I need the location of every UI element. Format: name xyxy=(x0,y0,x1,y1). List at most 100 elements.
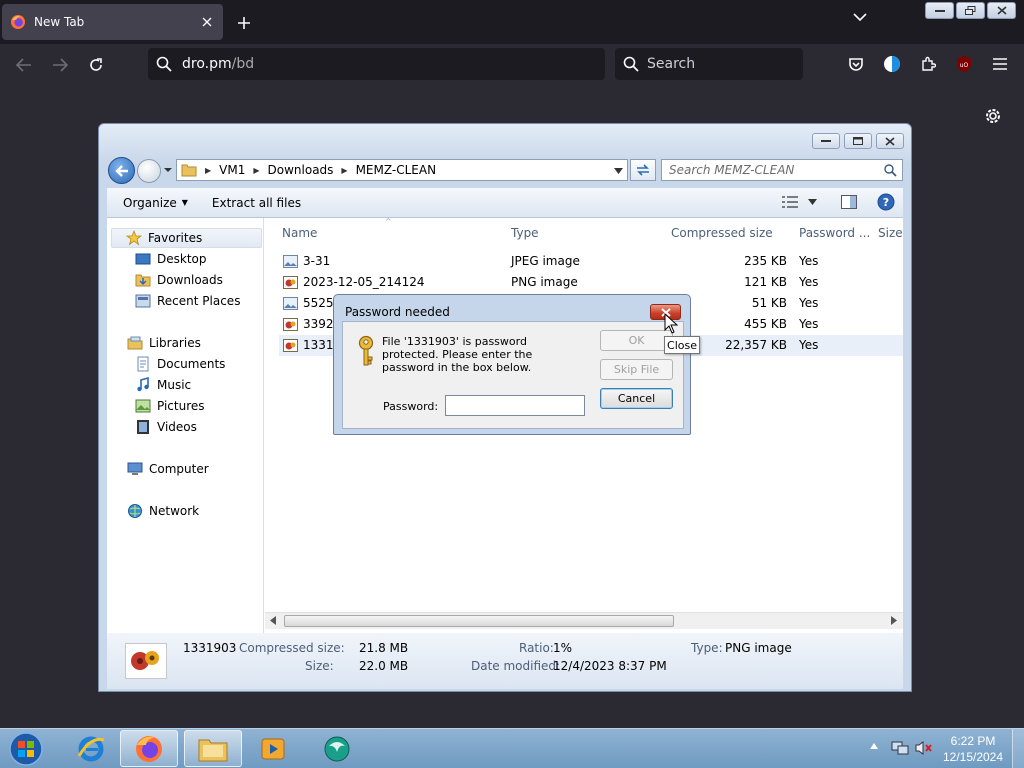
system-clock[interactable]: 6:22 PM 12/15/2024 xyxy=(940,733,1006,765)
extensions-icon[interactable] xyxy=(918,54,938,74)
scrollbar-thumb[interactable] xyxy=(284,615,674,627)
desktop-icon xyxy=(135,251,151,267)
file-explorer-taskbar-icon[interactable] xyxy=(184,730,242,767)
start-button[interactable] xyxy=(6,731,46,767)
dark-reader-icon[interactable] xyxy=(882,54,902,74)
file-compressed-size: 235 KB xyxy=(744,254,787,268)
cancel-button[interactable]: Cancel xyxy=(600,388,673,409)
view-options-icon[interactable] xyxy=(782,196,798,208)
explorer-address-bar[interactable]: ▶ VM1 ▶ Downloads ▶ MEMZ-CLEAN xyxy=(176,159,628,181)
nav-item-pictures[interactable]: Pictures xyxy=(135,396,205,416)
nav-item-downloads[interactable]: Downloads xyxy=(135,270,223,290)
chevron-down-icon[interactable] xyxy=(163,166,173,176)
organize-button[interactable]: Organize ▼ xyxy=(115,192,196,214)
nav-label: Desktop xyxy=(157,252,207,266)
dialog-content: File '1331903' is password protected. Pl… xyxy=(342,321,684,429)
nav-item-recent-places[interactable]: Recent Places xyxy=(135,291,240,311)
hamburger-menu-icon[interactable] xyxy=(990,54,1010,74)
table-row[interactable]: 2023-12-05_214124 PNG image 121 KB Yes xyxy=(279,272,903,293)
media-player-icon[interactable] xyxy=(244,730,302,767)
explorer-back-button[interactable] xyxy=(108,157,135,184)
window-controls xyxy=(925,2,1016,19)
jpeg-file-icon xyxy=(283,296,298,311)
breadcrumb-item[interactable]: MEMZ-CLEAN xyxy=(356,163,436,177)
details-size-value: 22.0 MB xyxy=(359,659,409,673)
breadcrumb-item[interactable]: VM1 xyxy=(219,163,245,177)
gear-icon[interactable] xyxy=(982,105,1004,127)
nav-item-computer[interactable]: Computer xyxy=(127,459,209,479)
password-label: Password: xyxy=(383,400,439,413)
details-ratio-label: Ratio: xyxy=(519,641,554,655)
column-header-compressed-size[interactable]: Compressed size xyxy=(671,226,773,240)
preview-pane-icon[interactable] xyxy=(841,195,857,209)
nav-item-favorites[interactable]: Favorites xyxy=(111,228,262,248)
new-tab-icon[interactable] xyxy=(232,12,256,34)
restore-icon[interactable] xyxy=(956,2,985,19)
nav-item-desktop[interactable]: Desktop xyxy=(135,249,207,269)
extract-all-button[interactable]: Extract all files xyxy=(204,192,309,214)
nav-item-music[interactable]: Music xyxy=(135,375,191,395)
minimize-icon[interactable] xyxy=(925,2,954,19)
details-compressed-value: 21.8 MB xyxy=(359,641,409,655)
search-icon xyxy=(156,56,172,72)
file-password: Yes xyxy=(799,254,819,268)
breadcrumb-item[interactable]: Downloads xyxy=(268,163,334,177)
scroll-right-icon[interactable] xyxy=(891,616,897,625)
details-ratio-value: 1% xyxy=(553,641,573,655)
close-window-icon[interactable] xyxy=(876,133,904,149)
password-input[interactable] xyxy=(445,395,585,416)
network-icon xyxy=(127,503,143,519)
show-hidden-icons-icon[interactable] xyxy=(870,743,878,749)
table-row[interactable]: 3-31 JPEG image 235 KB Yes xyxy=(279,251,903,272)
nav-item-network[interactable]: Network xyxy=(127,501,199,521)
star-icon xyxy=(126,230,142,246)
app-taskbar-icon[interactable] xyxy=(308,730,366,767)
url-bar[interactable]: dro.pm/bd xyxy=(148,48,605,80)
explorer-search-input[interactable]: Search MEMZ-CLEAN xyxy=(661,159,903,181)
folder-icon xyxy=(181,162,197,178)
column-header-name[interactable]: Name xyxy=(282,226,317,240)
volume-muted-icon[interactable] xyxy=(915,740,933,756)
network-status-icon[interactable] xyxy=(891,740,909,756)
browser-tab-bar: New Tab xyxy=(0,0,1024,44)
details-modified-value: 12/4/2023 8:37 PM xyxy=(553,659,667,673)
browser-tab[interactable]: New Tab xyxy=(2,4,223,40)
chevron-down-icon[interactable] xyxy=(614,168,623,174)
chevron-down-icon[interactable] xyxy=(808,199,817,205)
column-header-password[interactable]: Password ... xyxy=(799,226,870,240)
maximize-icon[interactable] xyxy=(844,133,872,149)
column-header-type[interactable]: Type xyxy=(511,226,539,240)
internet-explorer-icon[interactable] xyxy=(62,730,120,767)
forward-arrow-icon[interactable] xyxy=(48,54,72,76)
reload-icon[interactable] xyxy=(84,54,108,76)
search-icon xyxy=(623,56,639,72)
back-arrow-icon[interactable] xyxy=(12,54,36,76)
ublock-origin-icon[interactable]: uO xyxy=(954,54,974,74)
file-compressed-size: 121 KB xyxy=(744,275,787,289)
nav-label: Network xyxy=(149,504,200,518)
horizontal-scrollbar[interactable] xyxy=(265,612,903,629)
sort-ascending-icon: ^ xyxy=(385,217,392,226)
nav-item-libraries[interactable]: Libraries xyxy=(127,333,201,353)
file-type: PNG image xyxy=(511,275,578,289)
extract-all-label: Extract all files xyxy=(211,195,302,210)
skip-file-button[interactable]: Skip File xyxy=(600,359,673,380)
minimize-icon[interactable] xyxy=(812,133,840,149)
close-window-icon[interactable] xyxy=(987,2,1016,19)
explorer-forward-button[interactable] xyxy=(137,159,161,183)
scroll-left-icon[interactable] xyxy=(270,616,276,625)
help-icon[interactable]: ? xyxy=(877,193,895,211)
nav-item-videos[interactable]: Videos xyxy=(135,417,197,437)
refresh-button[interactable] xyxy=(630,159,656,181)
ok-button[interactable]: OK xyxy=(600,330,673,351)
pocket-icon[interactable] xyxy=(846,54,866,74)
chevron-down-icon: ▼ xyxy=(181,198,188,207)
firefox-icon xyxy=(10,14,26,30)
nav-item-documents[interactable]: Documents xyxy=(135,354,225,374)
column-header-size[interactable]: Size xyxy=(878,226,903,240)
close-tab-icon[interactable] xyxy=(199,14,215,30)
chevron-down-icon[interactable] xyxy=(853,12,875,32)
browser-search-bar[interactable]: Search xyxy=(615,48,803,80)
firefox-taskbar-icon[interactable] xyxy=(120,730,178,767)
show-desktop-button[interactable] xyxy=(1012,729,1024,768)
